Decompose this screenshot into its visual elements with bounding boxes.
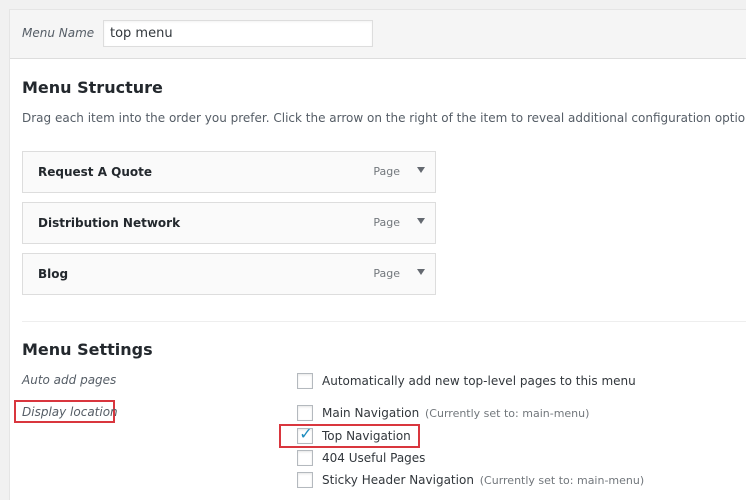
useful-pages-404-label: 404 Useful Pages bbox=[322, 451, 426, 465]
checkmark-icon: ✓ bbox=[299, 424, 313, 443]
expand-arrow-icon[interactable] bbox=[417, 218, 425, 224]
menu-item-title: Blog bbox=[38, 267, 69, 281]
menu-item-type: Page bbox=[373, 165, 400, 178]
main-navigation-option[interactable]: Main Navigation (Currently set to: main-… bbox=[322, 406, 589, 420]
menu-item-blog[interactable]: Blog Page bbox=[22, 253, 436, 295]
menu-structure-title: Menu Structure bbox=[22, 78, 163, 97]
menu-item-distribution-network[interactable]: Distribution Network Page bbox=[22, 202, 436, 244]
menu-editor: Menu Name Menu Structure Drag each item … bbox=[9, 9, 746, 500]
expand-arrow-icon[interactable] bbox=[417, 167, 425, 173]
menu-header: Menu Name bbox=[10, 10, 746, 59]
sticky-header-navigation-option[interactable]: Sticky Header Navigation (Currently set … bbox=[322, 473, 644, 487]
main-navigation-note: (Currently set to: main-menu) bbox=[425, 407, 590, 420]
top-navigation-option[interactable]: Top Navigation bbox=[322, 429, 411, 443]
main-navigation-checkbox[interactable] bbox=[297, 405, 313, 421]
main-navigation-label: Main Navigation bbox=[322, 406, 420, 420]
sticky-header-navigation-label: Sticky Header Navigation bbox=[322, 473, 474, 487]
menu-name-input[interactable] bbox=[103, 20, 373, 47]
auto-add-pages-label: Auto add pages bbox=[22, 373, 117, 387]
top-navigation-label: Top Navigation bbox=[322, 429, 411, 443]
menu-item-type: Page bbox=[373, 267, 400, 280]
auto-add-pages-option-label[interactable]: Automatically add new top-level pages to… bbox=[322, 374, 636, 388]
menu-item-type: Page bbox=[373, 216, 400, 229]
useful-pages-404-option[interactable]: 404 Useful Pages bbox=[322, 451, 425, 465]
sticky-header-navigation-checkbox[interactable] bbox=[297, 472, 313, 488]
menu-item-title: Distribution Network bbox=[38, 216, 181, 230]
menu-item-request-a-quote[interactable]: Request A Quote Page bbox=[22, 151, 436, 193]
auto-add-pages-checkbox[interactable] bbox=[297, 373, 313, 389]
top-navigation-checkbox[interactable]: ✓ bbox=[297, 424, 313, 444]
menu-name-label: Menu Name bbox=[22, 26, 95, 40]
useful-pages-404-checkbox[interactable] bbox=[297, 450, 313, 466]
menu-structure-instructions: Drag each item into the order you prefer… bbox=[22, 111, 746, 125]
menu-item-title: Request A Quote bbox=[38, 165, 153, 179]
sticky-header-navigation-note: (Currently set to: main-menu) bbox=[479, 474, 645, 487]
display-location-label: Display location bbox=[22, 405, 118, 419]
section-divider bbox=[22, 321, 746, 322]
menu-settings-title: Menu Settings bbox=[22, 340, 153, 359]
expand-arrow-icon[interactable] bbox=[417, 269, 425, 275]
